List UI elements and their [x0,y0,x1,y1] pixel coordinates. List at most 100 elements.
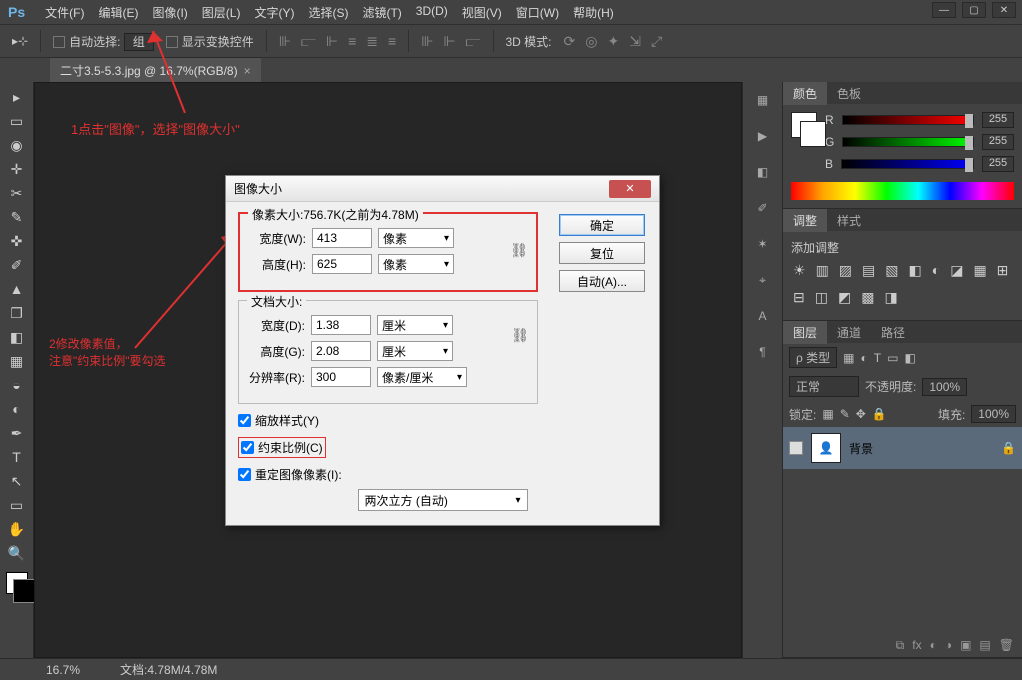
distribute-icon[interactable]: ⊩ [443,33,455,50]
menu-select[interactable]: 选择(S) [302,2,354,23]
distribute-icon[interactable]: ⊪ [421,33,433,50]
color-tab[interactable]: 颜色 [783,82,827,105]
adj-icon[interactable]: ◩ [838,289,851,306]
pixel-width-unit[interactable]: 像素 [378,228,454,248]
menu-edit[interactable]: 编辑(E) [92,2,144,23]
minimize-button[interactable]: — [932,2,956,18]
document-tab[interactable]: 二寸3.5-5.3.jpg @ 16.7%(RGB/8) × [50,57,261,83]
type-tool[interactable]: T [5,446,29,468]
r-slider[interactable] [842,115,974,125]
eraser-tool[interactable]: ◧ [5,326,29,348]
filter-icon[interactable]: ◧ [904,351,915,365]
document-tab-close-icon[interactable]: × [244,64,251,78]
lock-icon[interactable]: ✥ [856,407,866,421]
adj-icon[interactable]: ◪ [950,262,963,279]
align-icon[interactable]: ⊪ [279,33,291,50]
opacity-value[interactable]: 100% [922,378,967,396]
history-brush-tool[interactable]: ❐ [5,302,29,324]
menu-image[interactable]: 图像(I) [146,2,193,23]
lock-icon[interactable]: ▦ [822,407,833,421]
blur-tool[interactable]: ◒ [5,374,29,396]
align-icon[interactable]: ⊩ [326,33,338,50]
fg-color-swatch[interactable] [791,112,817,138]
menu-window[interactable]: 窗口(W) [510,2,565,23]
fill-value[interactable]: 100% [971,405,1016,423]
path-tool[interactable]: ↖ [5,470,29,492]
auto-button[interactable]: 自动(A)... [559,270,645,292]
filter-icon[interactable]: ▦ [843,351,854,365]
pixel-height-unit[interactable]: 像素 [378,254,454,274]
distribute-icon[interactable]: ⫍ [466,33,481,50]
maximize-button[interactable]: ▢ [962,2,986,18]
b-value[interactable]: 255 [982,156,1014,172]
resolution-input[interactable] [311,367,371,387]
align-icon[interactable]: ≡ [348,33,356,50]
adj-icon[interactable]: ⊟ [793,289,805,306]
spectrum-bar[interactable] [791,182,1014,200]
constrain-checkbox[interactable] [241,441,254,454]
g-slider[interactable] [842,137,974,147]
channels-tab[interactable]: 通道 [827,321,871,344]
adj-icon[interactable]: ▥ [816,262,829,279]
gradient-tool[interactable]: ▦ [5,350,29,372]
filter-icon[interactable]: ▭ [887,351,898,365]
show-transform-checkbox[interactable] [166,36,178,48]
adj-icon[interactable]: ☀ [793,262,806,279]
delete-icon[interactable]: 🗑 [999,638,1014,653]
link-layers-icon[interactable]: ⧉ [896,638,905,653]
3d-icon[interactable]: ⟳ [564,33,576,50]
layer-thumbnail[interactable]: 👤 [811,433,841,463]
adj-icon[interactable]: ▧ [885,262,898,279]
align-icon[interactable]: ⫍ [301,33,316,50]
dialog-close-button[interactable]: ✕ [609,180,651,198]
r-value[interactable]: 255 [982,112,1014,128]
brush-tool[interactable]: ✐ [5,254,29,276]
adj-icon[interactable]: ⊞ [997,262,1009,279]
visibility-icon[interactable] [789,441,803,455]
doc-width-input[interactable] [311,315,371,335]
blend-mode-select[interactable]: 正常 [789,376,859,397]
adj-icon[interactable]: ▦ [973,262,986,279]
lock-icon[interactable]: ✎ [840,407,850,421]
menu-view[interactable]: 视图(V) [456,2,508,23]
crop-tool[interactable]: ✂ [5,182,29,204]
styles-tab[interactable]: 样式 [827,209,871,232]
menu-filter[interactable]: 滤镜(T) [356,2,407,23]
filter-icon[interactable]: T [874,351,881,365]
brushpresets-icon[interactable]: ✶ [753,234,773,254]
marquee-tool[interactable]: ▭ [5,110,29,132]
menu-type[interactable]: 文字(Y) [248,2,300,23]
paragraph-icon[interactable]: ¶ [753,342,773,362]
adj-icon[interactable]: ◫ [815,289,828,306]
link-icon[interactable]: ⛓ [511,327,529,344]
interpolation-select[interactable]: 两次立方 (自动) [358,489,528,511]
color-swatch[interactable] [6,572,28,594]
scale-styles-checkbox[interactable] [238,414,251,427]
3d-icon[interactable]: ◎ [585,33,597,50]
b-slider[interactable] [841,159,974,169]
close-window-button[interactable]: ✕ [992,2,1016,18]
canvas-area[interactable]: 1点击"图像"，选择"图像大小" 2修改像素值， 注意"约束比例"要勾选 图像大… [34,82,742,658]
eyedropper-tool[interactable]: ✎ [5,206,29,228]
reset-button[interactable]: 复位 [559,242,645,264]
layer-filter-kind[interactable]: ρ 类型 [789,347,837,368]
mask-icon[interactable]: ◐ [930,638,937,653]
pixel-width-input[interactable] [312,228,372,248]
menu-3d[interactable]: 3D(D) [410,2,454,23]
layers-tab[interactable]: 图层 [783,321,827,344]
menu-layer[interactable]: 图层(L) [196,2,247,23]
adjustments-tab[interactable]: 调整 [783,209,827,232]
adj-icon[interactable]: ◧ [909,262,922,279]
pen-tool[interactable]: ✒ [5,422,29,444]
adj-icon[interactable]: ◨ [884,289,897,306]
group-icon[interactable]: ▣ [960,638,971,653]
clone-icon[interactable]: ⌖ [753,270,773,290]
wand-tool[interactable]: ✛ [5,158,29,180]
ok-button[interactable]: 确定 [559,214,645,236]
filter-icon[interactable]: ◐ [861,351,868,365]
align-icon[interactable]: ≡ [388,33,396,50]
dodge-tool[interactable]: ◐ [5,398,29,420]
layer-row[interactable]: 👤 背景 🔒 [783,427,1022,469]
properties-icon[interactable]: ◧ [753,162,773,182]
menu-file[interactable]: 文件(F) [39,2,90,23]
